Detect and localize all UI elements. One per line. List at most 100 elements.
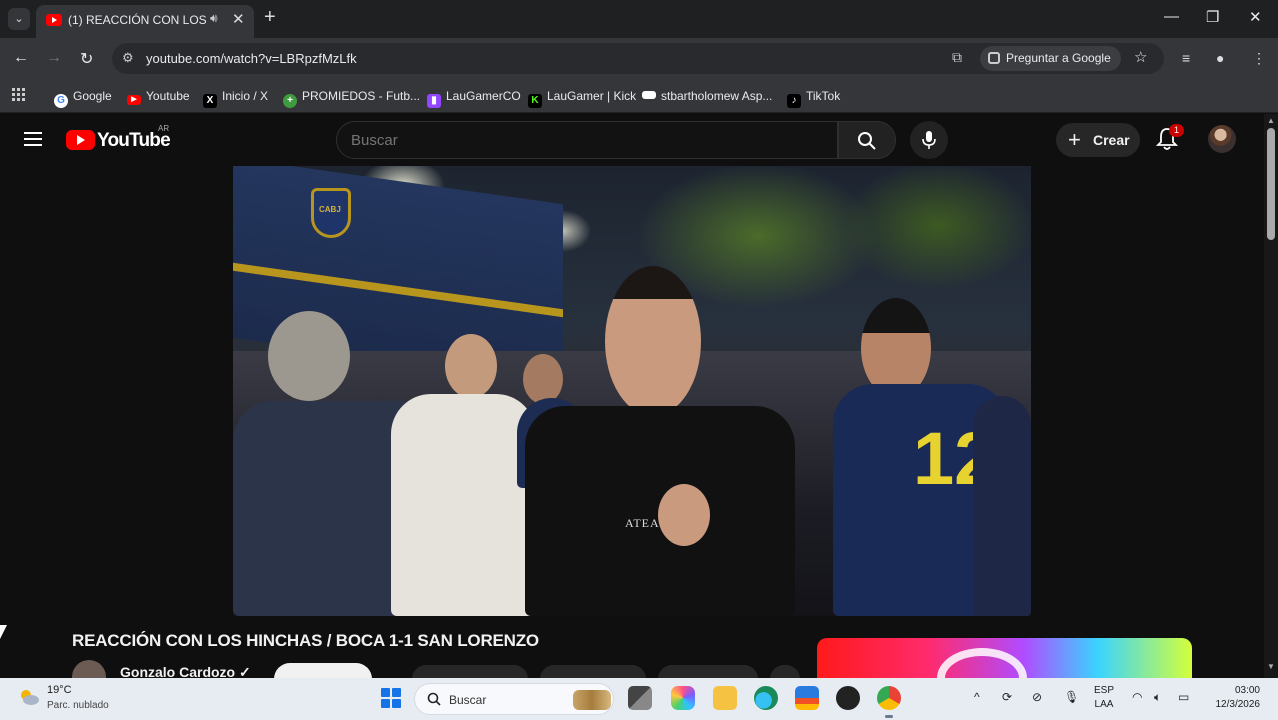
- url-text[interactable]: youtube.com/watch?v=LBRpzfMzLfk: [146, 51, 357, 66]
- bookmarks-bar: G Google ▶ Youtube X Inicio / X + PROMIEDOS …: [0, 80, 1278, 113]
- vpn-icon[interactable]: ⊘: [1032, 690, 1042, 704]
- clock-date: 12/3/2026: [1215, 699, 1261, 710]
- more-actions-button[interactable]: [770, 665, 800, 679]
- bookmark-twitch[interactable]: ▮ LauGamerCO: [427, 86, 521, 108]
- save-button[interactable]: [658, 665, 758, 679]
- promiedos-icon: +: [283, 94, 297, 108]
- wifi-icon[interactable]: ◠: [1132, 690, 1142, 704]
- tab-youtube[interactable]: (1) REACCIÓN CON LOS HINCHAS / BOCA 1-1 …: [36, 5, 254, 38]
- reporter-head: [605, 266, 701, 416]
- media-control-icon[interactable]: ≡: [1182, 50, 1190, 66]
- search-button[interactable]: [838, 121, 896, 159]
- maximize-button[interactable]: ❐: [1206, 8, 1219, 26]
- youtube-favicon-icon: [46, 14, 62, 26]
- bookmark-promiedos[interactable]: + PROMIEDOS - Futb...: [283, 86, 420, 108]
- kick-icon: K: [528, 94, 542, 108]
- bookmark-star-icon[interactable]: ☆: [1134, 48, 1147, 66]
- tab-close-icon[interactable]: ✕: [232, 10, 245, 28]
- site-icon: [642, 91, 656, 99]
- mouse-cursor: [0, 625, 11, 639]
- back-arrow-icon[interactable]: ←: [13, 49, 29, 67]
- lens-icon: [988, 52, 1000, 64]
- bookmark-label: TikTok: [806, 89, 841, 103]
- taskbar-search[interactable]: Buscar: [414, 683, 614, 715]
- windows-taskbar: 19°C Parc. nublado Buscar ^ ⟳ ⊘ 🎙︎ ESP LA…: [0, 678, 1278, 720]
- chrome-menu-icon[interactable]: ⋮: [1252, 50, 1266, 67]
- language-code: ESP: [1094, 685, 1115, 696]
- tab-search-button[interactable]: ⌄: [8, 8, 30, 30]
- tab-strip: ⌄ (1) REACCIÓN CON LOS HINCHAS / BOCA 1-…: [0, 0, 1278, 38]
- menu-icon[interactable]: [24, 132, 42, 146]
- bookmark-tiktok[interactable]: ♪ TikTok: [787, 86, 841, 108]
- club-crest: [311, 188, 351, 238]
- channel-avatar[interactable]: [72, 660, 106, 680]
- language-indicator[interactable]: ESP LAA: [1094, 684, 1114, 712]
- bookmark-label: LauGamer | Kick: [547, 89, 637, 103]
- scroll-down-arrow-icon[interactable]: ▼: [1267, 662, 1275, 671]
- video-player[interactable]: ATEA 12: [233, 166, 1031, 616]
- volume-icon[interactable]: 🔈︎: [1154, 690, 1161, 705]
- system-clock[interactable]: 03:00 12/3/2026: [1206, 684, 1261, 712]
- weather-temperature[interactable]: 19°C: [47, 684, 72, 696]
- search-icon: [858, 132, 876, 150]
- person-head: [523, 354, 563, 404]
- search-input[interactable]: [351, 132, 821, 149]
- install-app-icon[interactable]: ⧉: [952, 49, 962, 66]
- x-icon: X: [203, 94, 217, 108]
- reporter-hand: [658, 484, 710, 546]
- create-button[interactable]: + Crear: [1056, 123, 1140, 157]
- bookmark-google[interactable]: G Google: [54, 86, 112, 108]
- promo-card[interactable]: [817, 638, 1192, 678]
- reload-icon[interactable]: ↻: [80, 49, 93, 69]
- bookmark-x[interactable]: X Inicio / X: [203, 86, 268, 108]
- shirt-text: ATEA: [625, 516, 660, 530]
- speaker-icon[interactable]: 🔊︎: [210, 11, 218, 26]
- plus-icon: +: [1068, 127, 1081, 152]
- task-view-icon[interactable]: [628, 686, 652, 710]
- media-app-icon[interactable]: [836, 686, 860, 710]
- notification-badge: 1: [1169, 124, 1184, 137]
- file-explorer-icon[interactable]: [713, 686, 737, 710]
- copilot-icon[interactable]: [671, 686, 695, 710]
- youtube-play-icon: [66, 130, 95, 150]
- new-tab-button[interactable]: +: [264, 6, 276, 29]
- person-right: [973, 396, 1031, 616]
- bookmark-kick[interactable]: K LauGamer | Kick: [528, 86, 637, 108]
- twitch-icon: ▮: [427, 94, 441, 108]
- sync-icon[interactable]: ⟳: [1002, 690, 1012, 704]
- bookmark-label: LauGamerCO: [446, 89, 521, 103]
- site-info-icon[interactable]: ⚙: [122, 50, 134, 66]
- bookmark-youtube[interactable]: ▶ Youtube: [127, 86, 190, 106]
- microphone-icon[interactable]: 🎙︎: [1064, 690, 1079, 704]
- scroll-up-arrow-icon[interactable]: ▲: [1267, 116, 1275, 125]
- bookmark-stbartholomew[interactable]: stbartholomew Asp...: [642, 86, 772, 106]
- browser-toolbar: ← → ↻ ⚙ youtube.com/watch?v=LBRpzfMzLfk …: [0, 38, 1278, 80]
- close-window-button[interactable]: ✕: [1249, 8, 1262, 26]
- ask-google-button[interactable]: Preguntar a Google: [980, 46, 1121, 71]
- share-button[interactable]: [540, 665, 646, 679]
- address-bar[interactable]: ⚙ youtube.com/watch?v=LBRpzfMzLfk ⧉ Preg…: [112, 43, 1164, 74]
- start-button[interactable]: [381, 688, 401, 708]
- battery-icon[interactable]: ▭: [1178, 690, 1189, 704]
- person-white-shirt: [391, 394, 536, 616]
- edge-icon[interactable]: [754, 686, 778, 710]
- apps-grid-icon[interactable]: [12, 88, 25, 101]
- forward-arrow-icon[interactable]: →: [46, 49, 62, 67]
- video-title: REACCIÓN CON LOS HINCHAS / BOCA 1-1 SAN …: [72, 631, 539, 650]
- profile-icon[interactable]: ●: [1216, 50, 1224, 66]
- partly-cloudy-icon[interactable]: [18, 688, 40, 706]
- minimize-button[interactable]: —: [1164, 8, 1179, 25]
- microsoft-store-icon[interactable]: [795, 686, 819, 710]
- page-scrollbar[interactable]: ▲ ▼: [1264, 114, 1278, 678]
- like-button[interactable]: [412, 665, 528, 679]
- account-avatar[interactable]: [1208, 125, 1236, 153]
- subscribe-button[interactable]: [274, 663, 372, 679]
- chrome-icon[interactable]: [877, 686, 901, 718]
- search-box: [336, 121, 838, 159]
- show-hidden-icons-icon[interactable]: ^: [974, 690, 980, 704]
- weather-condition[interactable]: Parc. nublado: [47, 700, 109, 711]
- voice-search-button[interactable]: [910, 121, 948, 159]
- person-head: [445, 334, 497, 398]
- scroll-thumb[interactable]: [1267, 128, 1275, 240]
- tab-title: (1) REACCIÓN CON LOS HINCHAS / BOCA 1-1 …: [68, 13, 208, 27]
